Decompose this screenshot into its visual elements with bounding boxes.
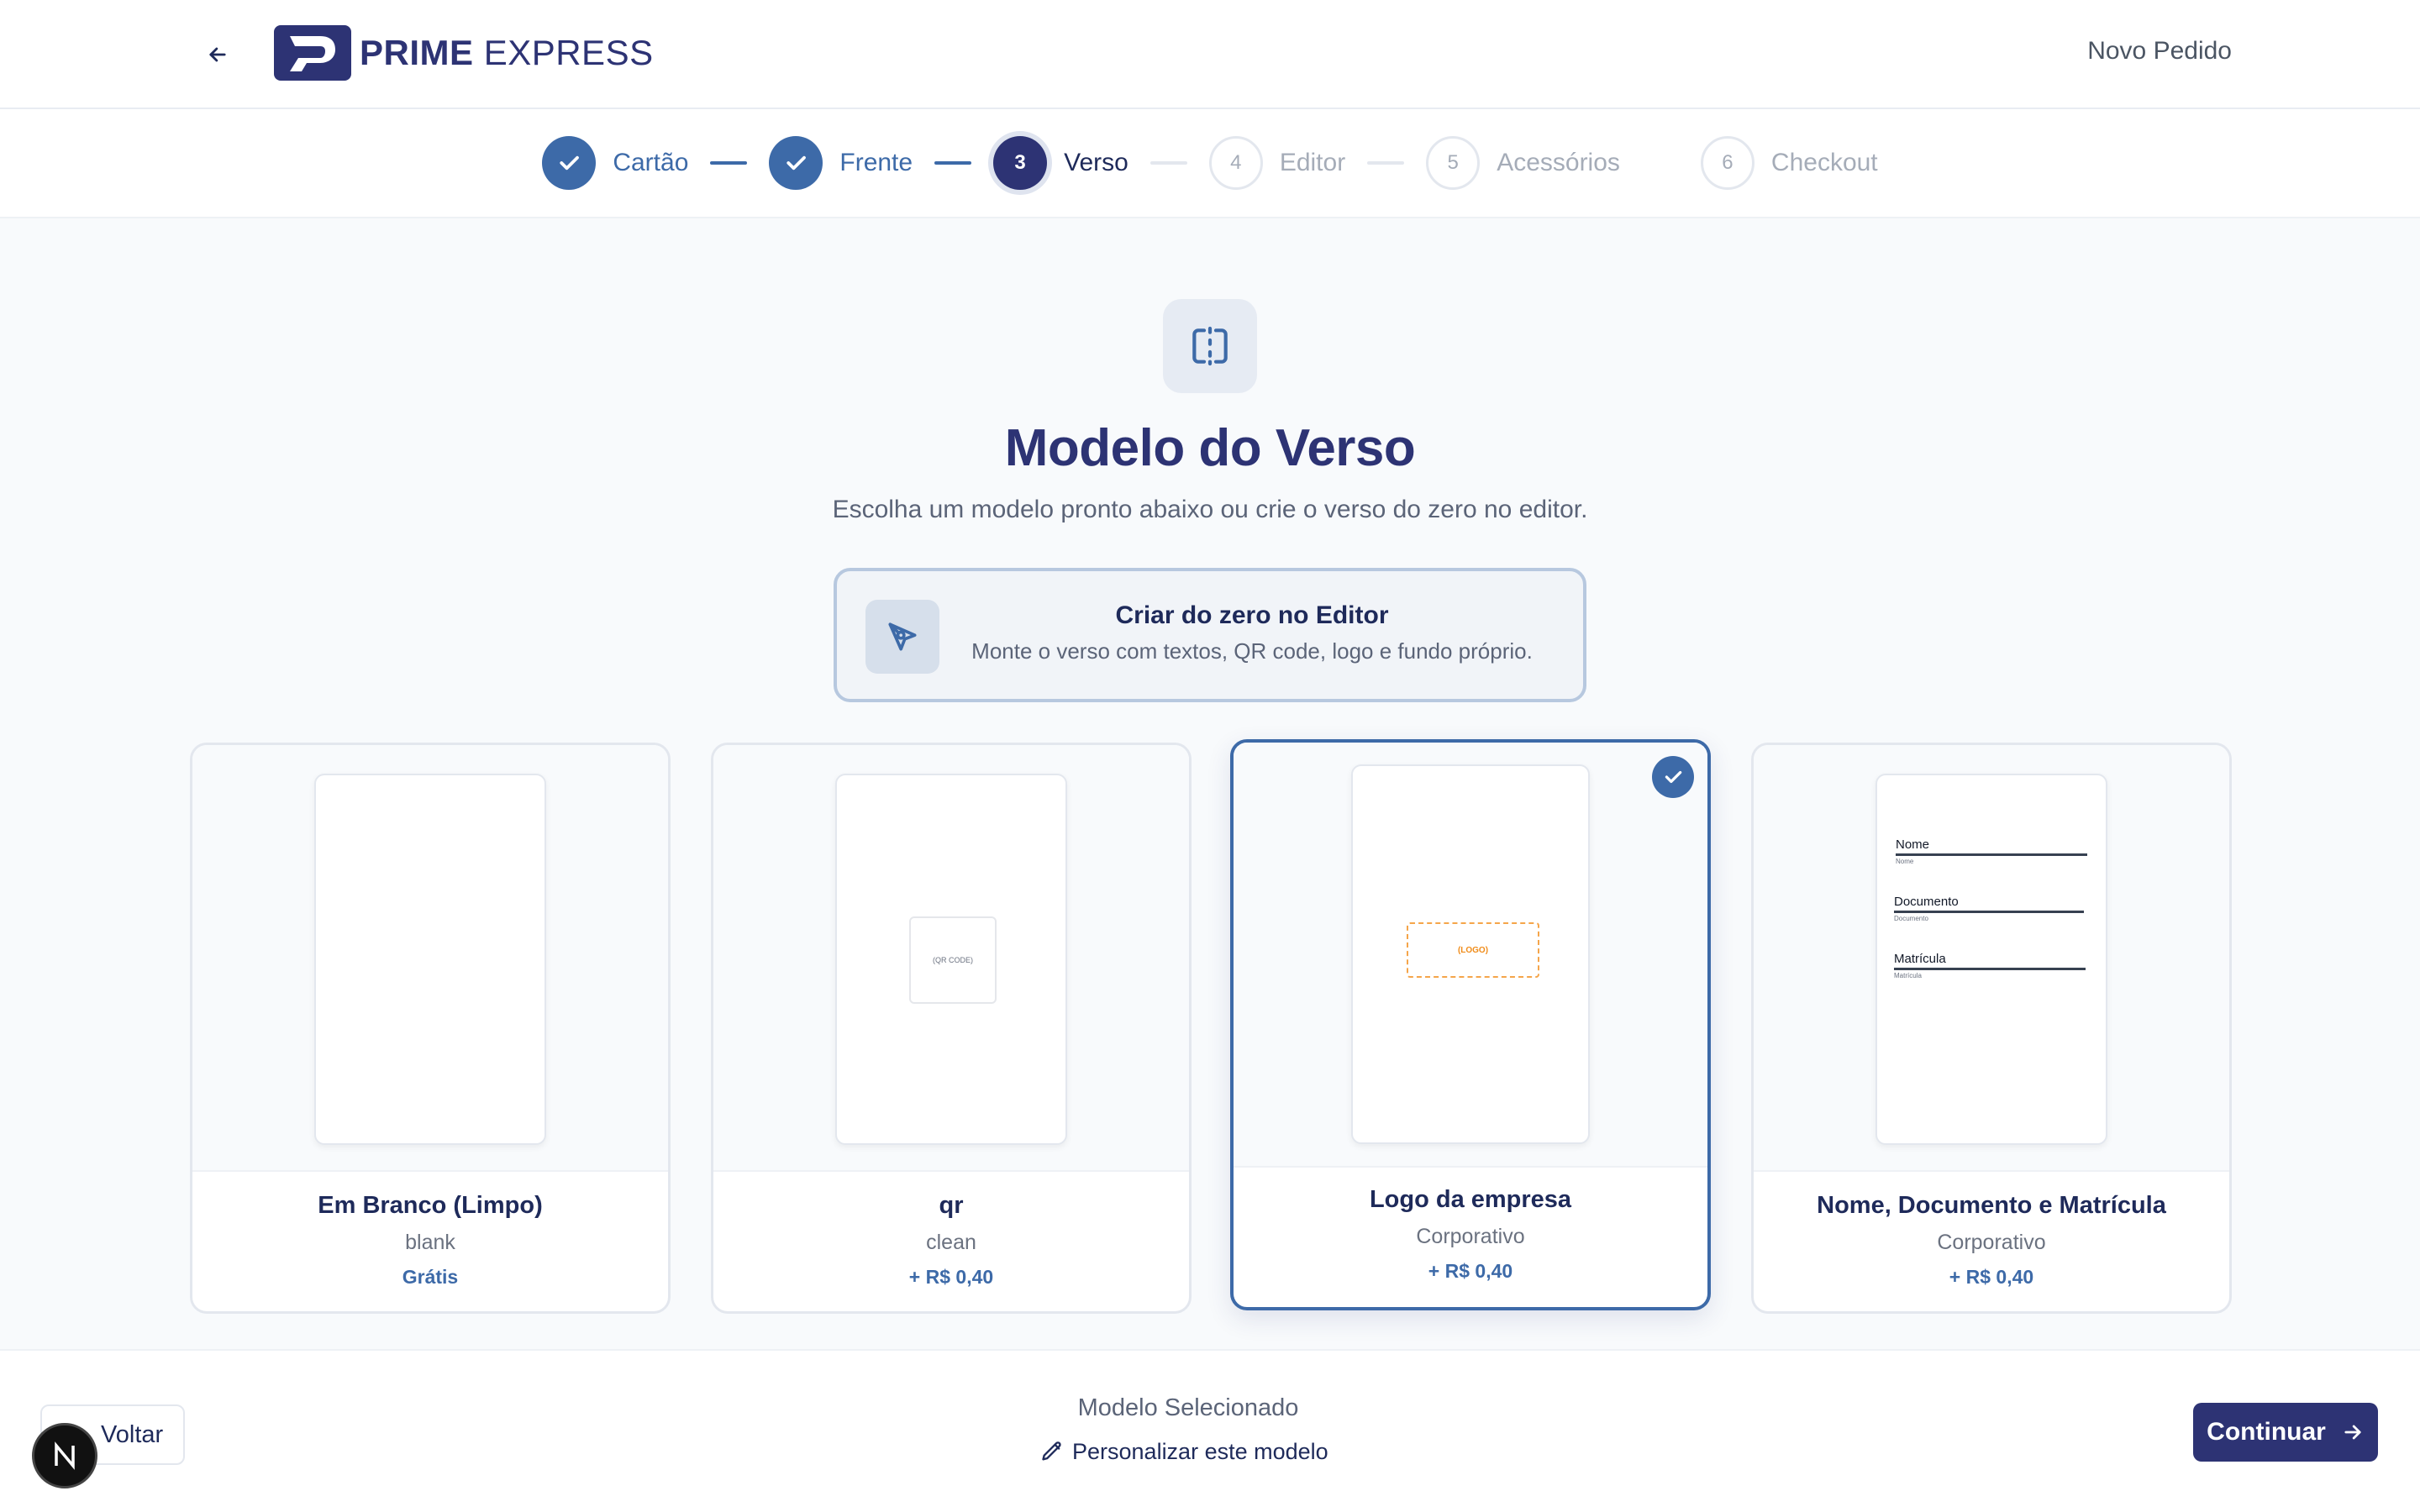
selected-model-title: Modelo Selecionado bbox=[1077, 1394, 1299, 1421]
step-number: 3 bbox=[993, 136, 1048, 190]
arrow-right-icon bbox=[2344, 1425, 2361, 1440]
template-price: + R$ 0,40 bbox=[1949, 1266, 2034, 1288]
step-connector bbox=[1367, 161, 1405, 165]
preview-field-matricula: Matrícula Matrícula bbox=[1894, 952, 2086, 979]
qr-code-placeholder: (QR CODE) bbox=[909, 916, 997, 1004]
card-preview-area: Nome Nome Documento Documento Matrícula … bbox=[1754, 745, 2229, 1172]
step-check-icon bbox=[769, 136, 823, 190]
step-frente[interactable]: Frente bbox=[769, 136, 913, 190]
step-editor[interactable]: 4 Editor bbox=[1208, 136, 1346, 190]
step-acessorios[interactable]: 5 Acessórios bbox=[1426, 136, 1620, 190]
template-name: Logo da empresa bbox=[1369, 1186, 1572, 1213]
page-subtitle: Escolha um modelo pronto abaixo ou crie … bbox=[832, 496, 1588, 523]
template-name: Em Branco (Limpo) bbox=[318, 1192, 543, 1219]
checkout-stepper: Cartão Frente 3 Verso 4 Editor 5 Acessór… bbox=[0, 109, 2420, 218]
template-name: qr bbox=[939, 1192, 964, 1219]
arrow-left-icon bbox=[209, 47, 226, 62]
logo-placeholder: (LOGO) bbox=[1407, 922, 1539, 978]
continue-button[interactable]: Continuar bbox=[2193, 1403, 2378, 1462]
step-check-icon bbox=[542, 136, 597, 190]
continue-label: Continuar bbox=[2207, 1418, 2326, 1446]
top-header: PRIME EXPRESS Novo Pedido bbox=[0, 0, 2420, 109]
customize-label: Personalizar este modelo bbox=[1072, 1438, 1328, 1464]
template-card-logo[interactable]: (LOGO) Logo da empresa Corporativo + R$ … bbox=[1230, 739, 1711, 1310]
template-card-blank[interactable]: Em Branco (Limpo) blank Grátis bbox=[190, 743, 671, 1314]
step-label: Verso bbox=[1064, 149, 1128, 176]
pen-tool-icon bbox=[865, 600, 939, 674]
step-checkout[interactable]: 6 Checkout bbox=[1700, 136, 1878, 190]
card-preview-area: (LOGO) bbox=[1234, 743, 1707, 1168]
step-connector bbox=[1150, 161, 1187, 165]
template-name: Nome, Documento e Matrícula bbox=[1817, 1192, 2166, 1219]
step-cartao[interactable]: Cartão bbox=[542, 136, 688, 190]
template-price: Grátis bbox=[402, 1266, 459, 1288]
create-title: Criar do zero no Editor bbox=[1115, 601, 1389, 629]
step-label: Frente bbox=[839, 149, 913, 176]
template-card-name-doc[interactable]: Nome Nome Documento Documento Matrícula … bbox=[1751, 743, 2232, 1314]
customize-model-link[interactable]: Personalizar este modelo bbox=[1040, 1435, 1328, 1468]
step-label: Acessórios bbox=[1497, 149, 1620, 176]
template-card-qr[interactable]: (QR CODE) qr clean + R$ 0,40 bbox=[711, 743, 1192, 1314]
card-back-preview: (LOGO) bbox=[1351, 764, 1590, 1144]
flip-horizontal-icon bbox=[1163, 299, 1257, 393]
logo-mark-icon bbox=[274, 25, 351, 81]
step-verso[interactable]: 3 Verso bbox=[993, 136, 1128, 190]
create-description: Monte o verso com textos, QR code, logo … bbox=[971, 638, 1533, 664]
template-price: + R$ 0,40 bbox=[1428, 1260, 1513, 1282]
brand-logo[interactable]: PRIME EXPRESS bbox=[274, 25, 654, 81]
template-category: Corporativo bbox=[1416, 1225, 1525, 1248]
step-number: 4 bbox=[1208, 136, 1263, 190]
pencil-icon bbox=[1042, 1441, 1061, 1461]
step-connector bbox=[710, 161, 748, 165]
card-back-preview bbox=[314, 774, 546, 1145]
new-order-label: Novo Pedido bbox=[2087, 37, 2232, 65]
template-category: blank bbox=[405, 1231, 455, 1254]
back-arrow-button[interactable] bbox=[198, 35, 237, 74]
step-connector bbox=[934, 161, 972, 165]
create-from-scratch-button[interactable]: Criar do zero no Editor Monte o verso co… bbox=[834, 568, 1586, 702]
selected-check-icon bbox=[1652, 756, 1694, 798]
step-label: Cartão bbox=[613, 149, 689, 176]
step-connector bbox=[1642, 161, 1679, 165]
card-back-preview: (QR CODE) bbox=[835, 774, 1067, 1145]
template-category: clean bbox=[926, 1231, 976, 1254]
step-number: 6 bbox=[1700, 136, 1754, 190]
step-label: Editor bbox=[1279, 149, 1346, 176]
step-label: Checkout bbox=[1770, 149, 1878, 176]
preview-field-nome: Nome Nome bbox=[1896, 837, 2087, 865]
page-title: Modelo do Verso bbox=[1004, 419, 1416, 477]
n-letter-icon bbox=[55, 1441, 75, 1470]
card-preview-area bbox=[192, 745, 668, 1172]
card-back-preview: Nome Nome Documento Documento Matrícula … bbox=[1876, 774, 2107, 1145]
avatar[interactable] bbox=[32, 1423, 97, 1488]
step-number: 5 bbox=[1426, 136, 1481, 190]
brand-name: PRIME EXPRESS bbox=[360, 33, 654, 72]
bottom-action-bar: Voltar Modelo Selecionado Personalizar e… bbox=[0, 1349, 2420, 1512]
card-preview-area: (QR CODE) bbox=[713, 745, 1189, 1172]
template-category: Corporativo bbox=[1937, 1231, 2046, 1254]
template-price: + R$ 0,40 bbox=[908, 1266, 994, 1288]
preview-field-documento: Documento Documento bbox=[1894, 895, 2084, 922]
